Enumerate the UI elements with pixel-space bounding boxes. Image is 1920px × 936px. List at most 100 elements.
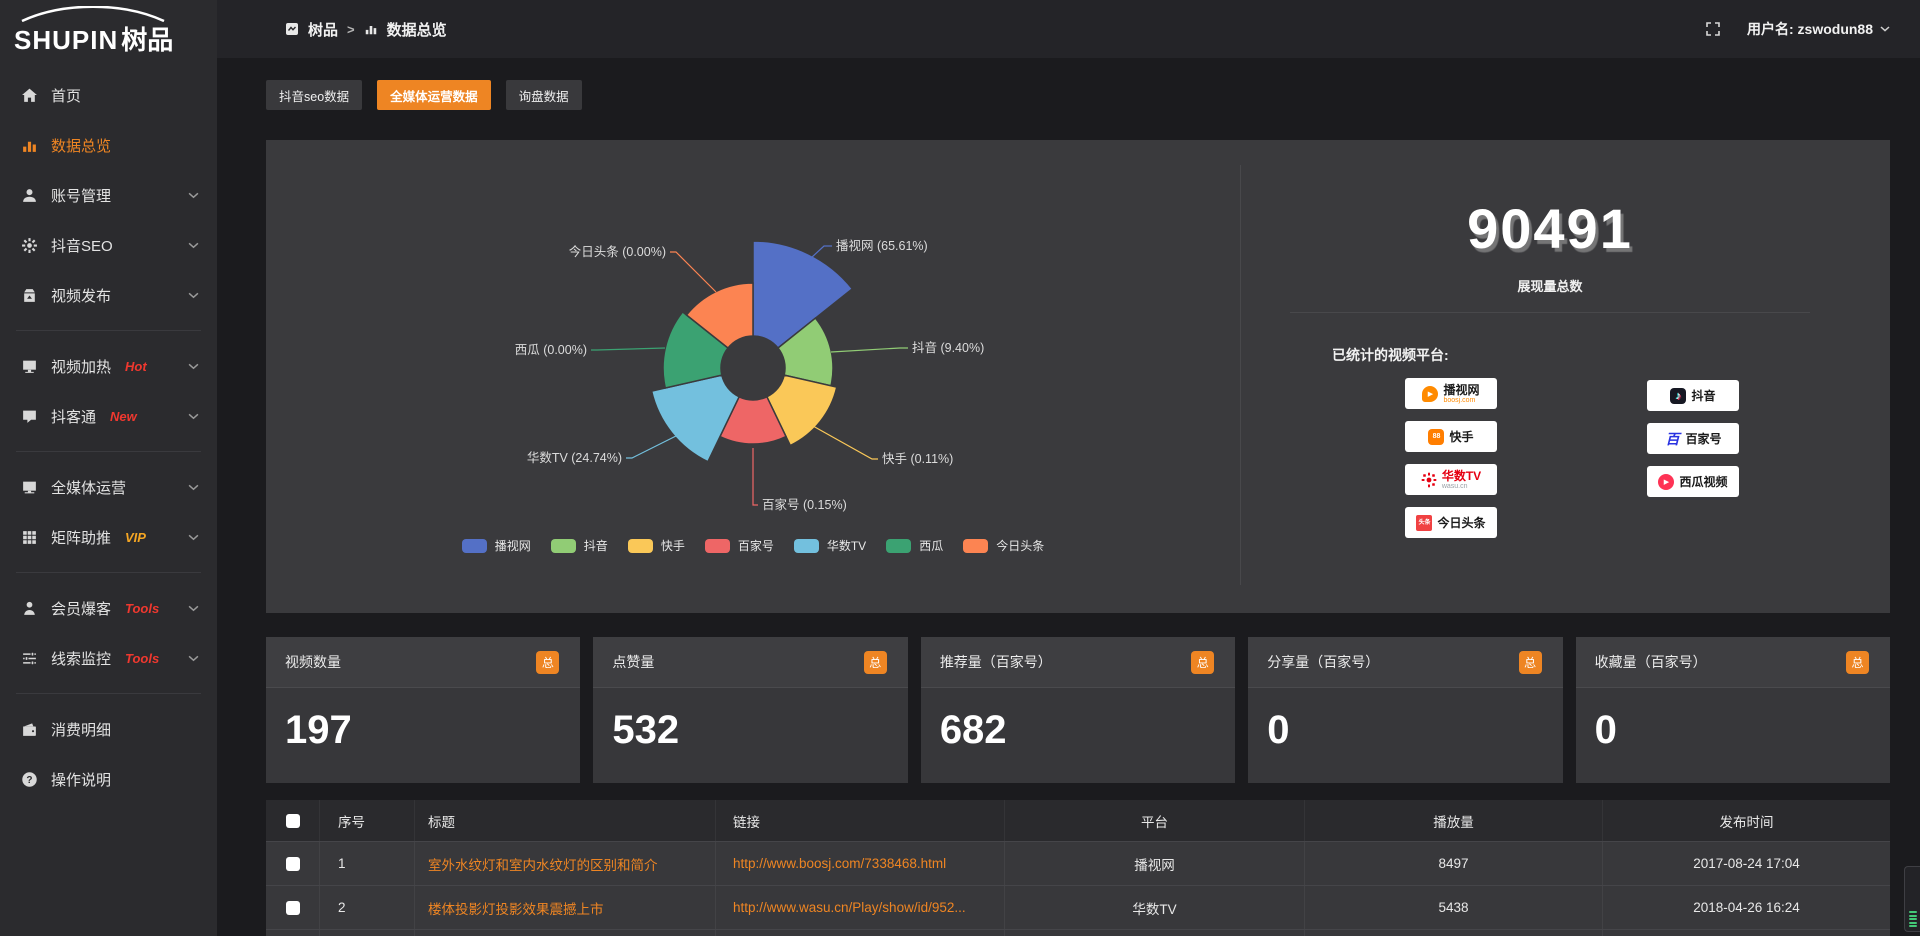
pie-label-3: 百家号 (0.15%) bbox=[762, 497, 847, 512]
platform-name: 今日头条 bbox=[1437, 517, 1485, 529]
legend-label: 今日头条 bbox=[996, 537, 1044, 554]
tab-2[interactable]: 询盘数据 bbox=[506, 80, 582, 110]
sidebar-item-4[interactable]: 视频发布 bbox=[0, 270, 217, 320]
sidebar-item-label: 首页 bbox=[51, 85, 81, 106]
legend-item-5[interactable]: 西瓜 bbox=[886, 537, 943, 554]
total-badge[interactable]: 总 bbox=[1846, 651, 1869, 674]
stat-card-label: 收藏量（百家号） bbox=[1595, 652, 1707, 672]
stat-card-label: 视频数量 bbox=[285, 652, 341, 672]
legend-item-0[interactable]: 播视网 bbox=[462, 537, 531, 554]
app-logo[interactable]: SHUPIN树品 bbox=[0, 0, 217, 56]
stat-card-2: 推荐量（百家号） 总 682 bbox=[921, 637, 1235, 783]
logo-arc bbox=[18, 6, 168, 22]
main-area: 树品 > 数据总览 用户名: zswodun88 抖音seo数据全媒体运营数据询… bbox=[217, 0, 1920, 936]
sidebar-item-1[interactable]: 数据总览 bbox=[0, 120, 217, 170]
platform-logo-right-1: 百百家号 bbox=[1647, 423, 1739, 454]
username-label: 用户名: zswodun88 bbox=[1747, 19, 1873, 39]
platform-logo-right-2: ▶ 西瓜视频 bbox=[1647, 466, 1739, 497]
sidebar-item-badge: Hot bbox=[125, 359, 147, 374]
floating-widget[interactable] bbox=[1904, 866, 1920, 932]
home-icon bbox=[21, 87, 38, 104]
platforms-label: 已统计的视频平台: bbox=[1332, 345, 1449, 365]
stat-card-head: 推荐量（百家号） 总 bbox=[921, 637, 1235, 688]
breadcrumb-home[interactable]: 树品 bbox=[308, 19, 338, 40]
chart-panel: 播视网 (65.61%)抖音 (9.40%)快手 (0.11%)百家号 (0.1… bbox=[266, 140, 1890, 613]
video-title-link[interactable]: 楼体投影灯投影效果震撼上市 bbox=[428, 898, 604, 918]
row-checkbox[interactable] bbox=[286, 901, 300, 915]
sidebar-item-2[interactable]: 账号管理 bbox=[0, 170, 217, 220]
stat-card-value: 682 bbox=[940, 708, 1235, 753]
label-line-2 bbox=[813, 426, 878, 459]
stat-card-label: 推荐量（百家号） bbox=[940, 652, 1052, 672]
sidebar-item-11[interactable]: 消费明细 bbox=[0, 704, 217, 754]
stat-card-0: 视频数量 总 197 bbox=[266, 637, 580, 783]
tab-0[interactable]: 抖音seo数据 bbox=[266, 80, 362, 110]
total-badge[interactable]: 总 bbox=[1191, 651, 1214, 674]
videos-table: 序号标题链接平台播放量发布时间1室外水纹灯和室内水纹灯的区别和简介http://… bbox=[266, 800, 1890, 936]
cell-platform: 播视网 bbox=[1005, 842, 1305, 885]
total-impressions-value: 90491 bbox=[1290, 196, 1810, 261]
total-badge[interactable]: 总 bbox=[1519, 651, 1542, 674]
legend-swatch bbox=[551, 539, 576, 553]
cell-time: 2018-04-26 16:24 bbox=[1603, 886, 1890, 929]
platform-name: 快手 bbox=[1449, 431, 1473, 443]
select-all-checkbox[interactable] bbox=[286, 814, 300, 828]
stat-card-value: 532 bbox=[612, 708, 907, 753]
legend-item-4[interactable]: 华数TV bbox=[794, 537, 866, 554]
tab-1[interactable]: 全媒体运营数据 bbox=[377, 80, 491, 110]
xigua-icon: ▶ bbox=[1658, 474, 1674, 490]
stat-card-head: 视频数量 总 bbox=[266, 637, 580, 688]
platform-logos-right: ♪抖音百百家号▶西瓜视频 bbox=[1647, 380, 1739, 509]
sidebar-item-6[interactable]: 抖客通New bbox=[0, 391, 217, 441]
help-icon: ? bbox=[21, 771, 38, 788]
sidebar-item-12[interactable]: ?操作说明 bbox=[0, 754, 217, 804]
video-url-link[interactable]: http://www.wasu.cn/Play/show/id/952... bbox=[733, 900, 966, 915]
wallet-icon bbox=[21, 721, 38, 738]
sidebar-item-label: 抖音SEO bbox=[51, 235, 113, 256]
col-plays: 播放量 bbox=[1305, 800, 1603, 841]
legend-item-1[interactable]: 抖音 bbox=[551, 537, 608, 554]
sidebar-item-9[interactable]: 会员爆客Tools bbox=[0, 583, 217, 633]
stat-cards: 视频数量总197点赞量总532推荐量（百家号）总682分享量（百家号）总0收藏量… bbox=[266, 637, 1890, 783]
stat-card-value: 0 bbox=[1267, 708, 1562, 753]
platform-name: 西瓜视频 bbox=[1679, 476, 1727, 488]
sidebar-item-10[interactable]: 线索监控Tools bbox=[0, 633, 217, 683]
sidebar-divider bbox=[16, 451, 201, 452]
sidebar-divider bbox=[16, 330, 201, 331]
legend-swatch bbox=[794, 539, 819, 553]
boosj-icon: ▶ bbox=[1422, 386, 1438, 402]
sidebar-item-label: 账号管理 bbox=[51, 185, 111, 206]
video-title-link[interactable]: 室外水纹灯和室内水纹灯的区别和简介 bbox=[428, 854, 658, 874]
bar-chart-icon bbox=[21, 137, 38, 154]
sidebar-item-3[interactable]: 抖音SEO bbox=[0, 220, 217, 270]
legend-item-2[interactable]: 快手 bbox=[628, 537, 685, 554]
video-url-link[interactable]: http://www.boosj.com/7338468.html bbox=[733, 856, 946, 871]
sidebar-item-0[interactable]: 首页 bbox=[0, 70, 217, 120]
topbar-right: 用户名: zswodun88 bbox=[1705, 19, 1890, 39]
content: 抖音seo数据全媒体运营数据询盘数据 播视网 (65.61%)抖音 (9.40%… bbox=[217, 58, 1920, 936]
cell-no: 2 bbox=[320, 886, 415, 929]
sidebar-item-5[interactable]: 视频加热Hot bbox=[0, 341, 217, 391]
legend-item-6[interactable]: 今日头条 bbox=[963, 537, 1044, 554]
grid-icon bbox=[21, 529, 38, 546]
table-row-partial bbox=[266, 930, 1890, 936]
row-checkbox[interactable] bbox=[286, 857, 300, 871]
total-badge[interactable]: 总 bbox=[536, 651, 559, 674]
fullscreen-icon[interactable] bbox=[1705, 21, 1721, 37]
chevron-down-icon bbox=[188, 363, 199, 370]
stat-card-3: 分享量（百家号）总0 bbox=[1248, 637, 1562, 783]
sidebar-item-8[interactable]: 矩阵助推VIP bbox=[0, 512, 217, 562]
sidebar-item-7[interactable]: 全媒体运营 bbox=[0, 462, 217, 512]
stat-card-body: 532 bbox=[593, 688, 907, 783]
total-badge[interactable]: 总 bbox=[864, 651, 887, 674]
cell-no: 1 bbox=[320, 842, 415, 885]
sidebar: SHUPIN树品 首页数据总览账号管理抖音SEO 视频发布视频加热Hot抖客通Ne… bbox=[0, 0, 217, 936]
stat-card-body: 197 bbox=[266, 688, 580, 783]
user-menu[interactable]: 用户名: zswodun88 bbox=[1747, 19, 1890, 39]
pie-label-4: 华数TV (24.74%) bbox=[527, 450, 622, 465]
legend-item-3[interactable]: 百家号 bbox=[705, 537, 774, 554]
douyin-icon: ♪ bbox=[1670, 388, 1686, 404]
chevron-down-icon bbox=[188, 242, 199, 249]
publish-icon bbox=[21, 287, 38, 304]
chevron-down-icon bbox=[1880, 26, 1890, 32]
